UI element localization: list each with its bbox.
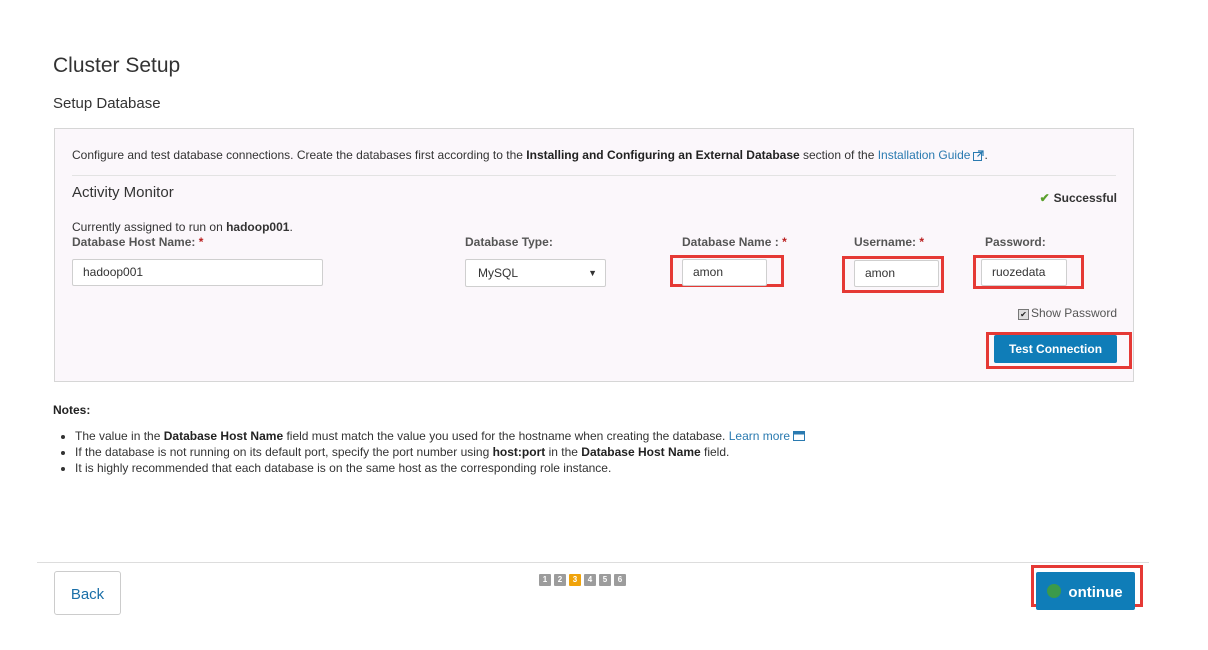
assigned-host: hadoop001	[226, 220, 290, 234]
notes-list: The value in the Database Host Name fiel…	[53, 428, 806, 476]
step-5: 5	[599, 574, 611, 586]
username-label-text: Username:	[854, 235, 917, 249]
learn-more-label: Learn more	[728, 429, 791, 443]
db-type-value: MySQL	[478, 266, 519, 280]
footer-divider	[37, 562, 1149, 563]
show-password-checkbox[interactable]: ✔ Show Password	[1017, 306, 1117, 320]
required-mark: *	[919, 235, 925, 249]
intro-text: Configure and test database connections.…	[72, 148, 988, 164]
intro-bold: Installing and Configuring an External D…	[526, 148, 800, 162]
note-text: The value in the	[75, 429, 164, 443]
show-password-label: Show Password	[1030, 306, 1117, 320]
window-icon	[793, 429, 806, 443]
status-indicator: ✔ Successful	[1040, 191, 1117, 205]
note-text: field.	[700, 445, 730, 459]
db-type-select[interactable]: MySQL ▼	[465, 259, 606, 287]
installation-guide-label: Installation Guide	[877, 148, 971, 162]
host-name-label-text: Database Host Name:	[72, 235, 196, 249]
test-connection-button[interactable]: Test Connection	[994, 335, 1117, 363]
db-type-label: Database Type:	[465, 235, 553, 249]
username-label: Username: *	[854, 235, 924, 249]
intro-middle: section of the	[799, 148, 878, 162]
note-text: field must match the value you used for …	[283, 429, 729, 443]
note-item: If the database is not running on its de…	[75, 444, 805, 460]
step-indicator: 1 2 3 4 5 6	[539, 574, 626, 586]
required-mark: *	[198, 235, 204, 249]
step-3-active: 3	[569, 574, 581, 586]
step-1: 1	[539, 574, 551, 586]
continue-label: ontinue	[1068, 584, 1123, 601]
step-6: 6	[614, 574, 626, 586]
note-text: If the database is not running on its de…	[75, 445, 493, 459]
note-bold: Database Host Name	[163, 429, 284, 443]
intro-suffix: .	[984, 148, 988, 162]
check-icon: ✔	[1039, 191, 1050, 205]
divider	[72, 175, 1116, 176]
learn-more-link[interactable]: Learn more	[729, 429, 806, 443]
status-text: Successful	[1053, 191, 1117, 205]
assigned-suffix: .	[289, 220, 293, 234]
page-title: Cluster Setup	[53, 54, 181, 77]
step-2: 2	[554, 574, 566, 586]
installation-guide-link[interactable]: Installation Guide	[878, 148, 985, 162]
assigned-host-text: Currently assigned to run on hadoop001.	[72, 220, 293, 234]
checkbox-icon: ✔	[1017, 309, 1029, 320]
password-input[interactable]: ruozedata	[981, 259, 1067, 286]
username-input[interactable]: amon	[854, 260, 939, 287]
note-bold: Database Host Name	[581, 445, 701, 459]
note-text: in the	[545, 445, 582, 459]
notes-title: Notes:	[53, 403, 91, 417]
host-name-label: Database Host Name: *	[72, 235, 203, 249]
external-link-icon	[973, 150, 985, 164]
page-subtitle: Setup Database	[53, 95, 161, 112]
cursor-spinner-icon	[1047, 584, 1061, 598]
password-label: Password:	[985, 235, 1046, 249]
step-4: 4	[584, 574, 596, 586]
required-mark: *	[782, 235, 787, 249]
back-button[interactable]: Back	[54, 571, 121, 615]
note-item: The value in the Database Host Name fiel…	[75, 428, 806, 444]
database-setup-panel: Configure and test database connections.…	[54, 128, 1134, 382]
host-name-input[interactable]: hadoop001	[72, 259, 323, 286]
chevron-down-icon: ▼	[588, 268, 597, 278]
note-bold: host:port	[492, 445, 546, 459]
db-name-label: Database Name : *	[682, 235, 787, 249]
note-item: It is highly recommended that each datab…	[75, 460, 805, 476]
continue-button[interactable]: ontinue	[1036, 572, 1135, 610]
section-title: Activity Monitor	[72, 184, 174, 201]
assigned-prefix: Currently assigned to run on	[72, 220, 227, 234]
db-name-input[interactable]: amon	[682, 259, 767, 286]
intro-prefix: Configure and test database connections.…	[72, 148, 527, 162]
db-name-label-text: Database Name :	[682, 235, 779, 249]
